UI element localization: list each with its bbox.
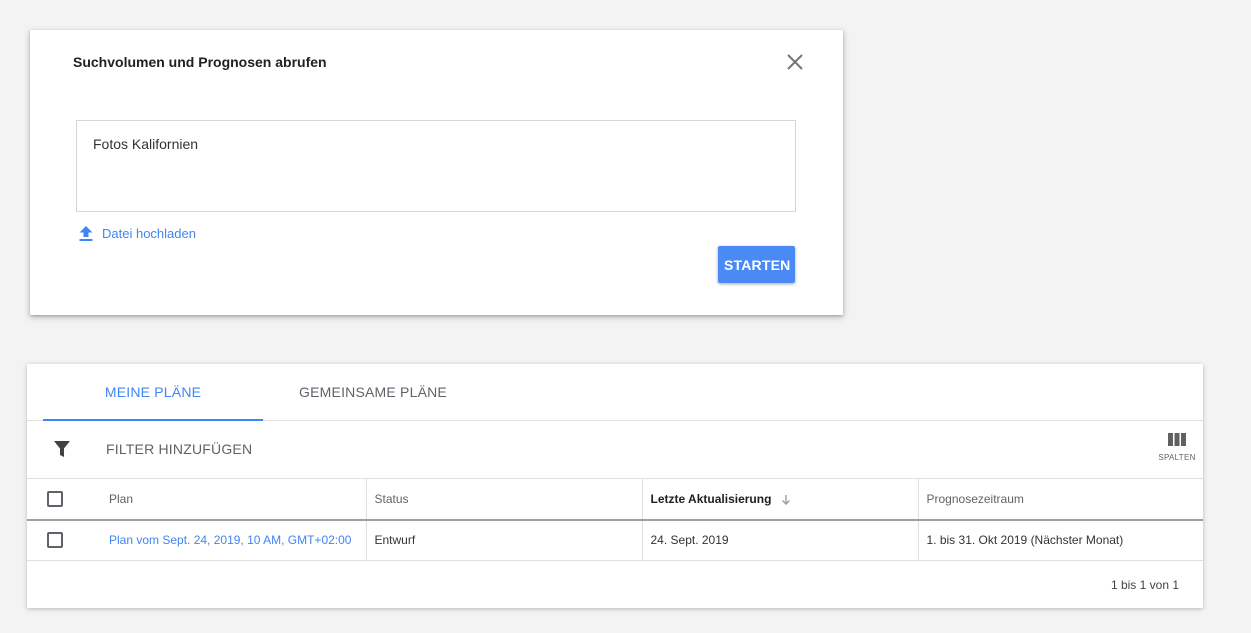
keyword-forecast-dialog: Suchvolumen und Prognosen abrufen Fotos …	[30, 30, 843, 315]
column-header-forecast-period[interactable]: Prognosezeitraum	[918, 479, 1203, 521]
tab-shared-plans[interactable]: GEMEINSAME PLÄNE	[263, 364, 483, 420]
add-filter-button[interactable]: FILTER HINZUFÜGEN	[106, 441, 252, 457]
plans-panel: MEINE PLÄNE GEMEINSAME PLÄNE FILTER HINZ…	[27, 364, 1203, 608]
row-select-cell	[27, 520, 101, 561]
column-header-last-updated[interactable]: Letzte Aktualisierung	[642, 479, 919, 521]
columns-button[interactable]: SPALTEN	[1158, 433, 1196, 462]
upload-file-link[interactable]: Datei hochladen	[78, 225, 196, 242]
columns-icon	[1168, 433, 1186, 446]
table-header-row: Plan Status Letzte Aktualisierung Progno…	[27, 479, 1203, 521]
pagination-info: 1 bis 1 von 1	[1110, 578, 1179, 592]
forecast-period-cell: 1. bis 31. Okt 2019 (Nächster Monat)	[918, 520, 1203, 561]
column-header-status[interactable]: Status	[366, 479, 643, 521]
table-row: Plan vom Sept. 24, 2019, 10 AM, GMT+02:0…	[27, 520, 1203, 561]
last-updated-cell: 24. Sept. 2019	[642, 520, 919, 561]
close-icon[interactable]	[785, 52, 805, 72]
keyword-input[interactable]: Fotos Kalifornien	[76, 120, 796, 212]
upload-file-label: Datei hochladen	[102, 226, 196, 241]
column-header-plan[interactable]: Plan	[101, 479, 367, 521]
status-cell: Entwurf	[366, 520, 643, 561]
plans-tabs: MEINE PLÄNE GEMEINSAME PLÄNE	[27, 364, 1203, 421]
filter-icon[interactable]	[53, 440, 71, 458]
select-all-cell	[27, 479, 101, 521]
sort-descending-icon[interactable]	[781, 494, 791, 506]
filter-bar: FILTER HINZUFÜGEN SPALTEN	[27, 421, 1203, 479]
keyword-input-value: Fotos Kalifornien	[93, 136, 199, 152]
plan-link[interactable]: Plan vom Sept. 24, 2019, 10 AM, GMT+02:0…	[109, 533, 358, 547]
start-button[interactable]: STARTEN	[718, 246, 795, 283]
row-checkbox[interactable]	[47, 532, 63, 549]
plans-table: Plan Status Letzte Aktualisierung Progno…	[27, 479, 1203, 561]
column-header-last-updated-label: Letzte Aktualisierung	[650, 492, 772, 506]
upload-icon	[79, 226, 93, 241]
dialog-title: Suchvolumen und Prognosen abrufen	[73, 54, 327, 70]
plan-cell: Plan vom Sept. 24, 2019, 10 AM, GMT+02:0…	[101, 520, 367, 561]
tab-my-plans[interactable]: MEINE PLÄNE	[43, 364, 263, 421]
select-all-checkbox[interactable]	[47, 491, 63, 507]
columns-label: SPALTEN	[1158, 453, 1196, 462]
